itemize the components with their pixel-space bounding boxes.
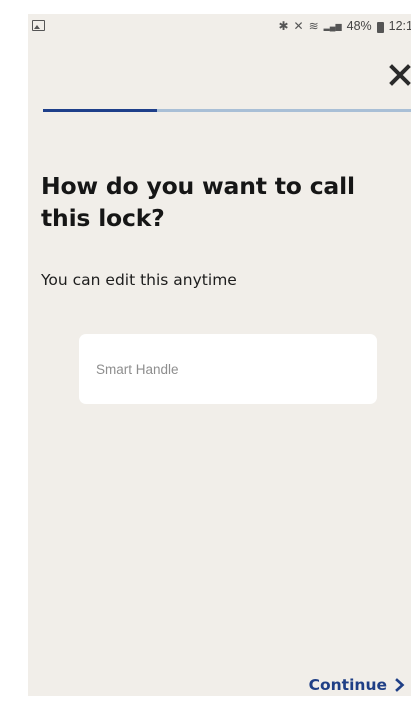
battery-icon [376,21,384,33]
progress-bar [43,109,411,112]
close-icon [389,64,411,86]
signal-icon: ▂▄▆ [323,21,342,31]
app-screen: ✱ ✕ ≋ ▂▄▆ 48% 12:1 How do you want to ca… [28,14,411,696]
wifi-icon: ≋ [308,19,319,33]
chevron-right-icon [395,678,405,692]
page-title: How do you want to call this lock? [41,172,355,232]
bluetooth-icon: ✱ [278,19,289,33]
continue-label: Continue [308,676,387,694]
battery-percentage: 48% [346,19,372,33]
clock: 12:1 [388,19,411,33]
gallery-notification-icon [32,20,45,34]
page-subtitle: You can edit this anytime [41,271,237,289]
continue-button[interactable]: Continue [309,676,405,694]
status-bar: ✱ ✕ ≋ ▂▄▆ 48% 12:1 [28,14,411,38]
lock-name-input[interactable] [79,334,377,404]
progress-fill [43,109,158,112]
close-button[interactable] [389,64,411,86]
mute-icon: ✕ [293,19,304,33]
status-icons: ✱ ✕ ≋ ▂▄▆ 48% 12:1 [278,19,411,33]
